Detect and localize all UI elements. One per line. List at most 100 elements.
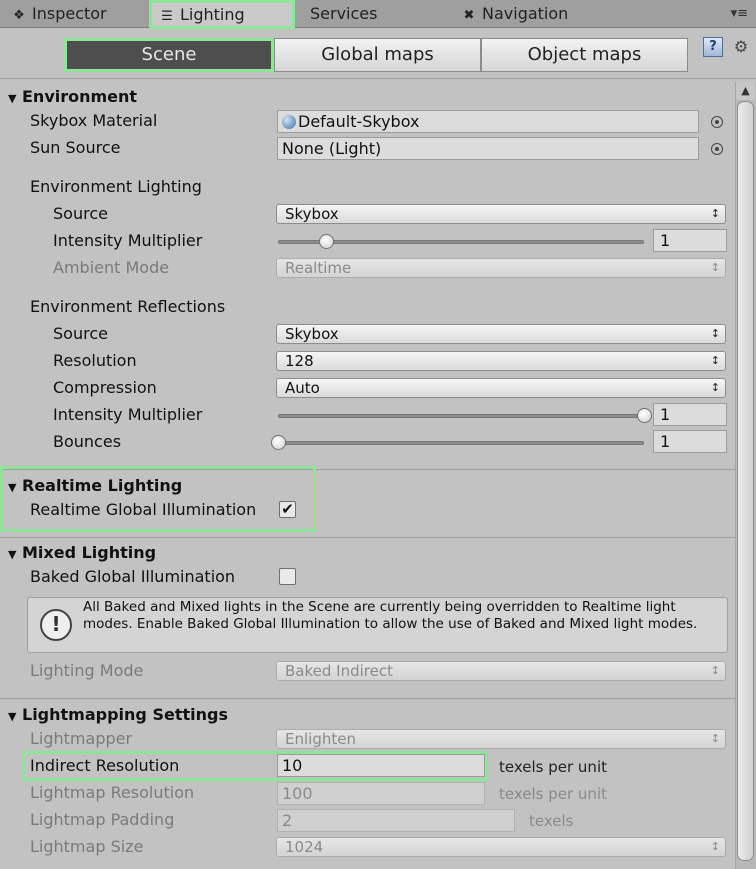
compression-value: Auto: [285, 379, 320, 397]
lighting-mode-value: Baked Indirect: [285, 662, 393, 680]
scrollbar-thumb[interactable]: [737, 101, 754, 861]
tab-lighting-label: Lighting: [180, 5, 245, 24]
dropdown-arrows-icon: ↕: [710, 207, 720, 220]
ambient-mode-dropdown: Realtime ↕: [276, 258, 726, 278]
section-title: Environment: [22, 87, 138, 106]
resolution-dropdown[interactable]: 128 ↕: [276, 351, 726, 371]
foldout-triangle-icon: ▼: [8, 92, 17, 105]
tab-inspector[interactable]: ❖ Inspector: [4, 0, 144, 28]
tab-navigation[interactable]: ✖ Navigation: [454, 0, 654, 28]
skybox-material-field[interactable]: Default-Skybox: [277, 110, 699, 133]
lightmapper-value: Enlighten: [285, 730, 356, 748]
intensity-slider-knob[interactable]: [318, 234, 334, 249]
lightmap-resolution-unit: texels per unit: [499, 785, 607, 803]
help-book-icon[interactable]: ?: [703, 37, 723, 57]
lightmap-padding-field: 2: [277, 809, 515, 832]
source-value: Skybox: [285, 205, 339, 223]
ambient-mode-value: Realtime: [285, 259, 352, 277]
lightmap-size-value: 1024: [285, 838, 324, 856]
scroll-up-arrow-icon[interactable]: ▲: [736, 82, 755, 100]
dropdown-arrows-icon: ↕: [710, 381, 720, 394]
compression-dropdown[interactable]: Auto ↕: [276, 378, 726, 398]
section-header-mixed-lighting[interactable]: ▼ Mixed Lighting: [8, 543, 156, 562]
reflection-intensity-slider-knob[interactable]: [637, 408, 652, 423]
baked-gi-checkbox[interactable]: [279, 568, 296, 585]
reflection-source-value: Skybox: [285, 325, 339, 343]
segment-scene[interactable]: Scene: [64, 38, 274, 72]
realtime-gi-checkbox[interactable]: ✔: [279, 501, 296, 518]
environment-lighting-label: Environment Lighting: [30, 177, 202, 196]
dropdown-arrows-icon: ↕: [710, 840, 720, 853]
lighting-mode-dropdown: Baked Indirect ↕: [276, 661, 726, 681]
tab-inspector-label: Inspector: [32, 4, 107, 23]
bounces-value-field[interactable]: 1: [653, 430, 727, 453]
object-picker-icon[interactable]: [711, 116, 723, 128]
tab-services-label: Services: [310, 4, 378, 23]
foldout-triangle-icon: ▼: [8, 481, 17, 494]
resolution-value: 128: [285, 352, 314, 370]
bounces-label: Bounces: [53, 432, 122, 451]
bounces-slider-track[interactable]: [278, 441, 644, 445]
reflection-source-dropdown[interactable]: Skybox ↕: [276, 324, 726, 344]
lightmap-resolution-label: Lightmap Resolution: [30, 783, 195, 802]
navigation-icon: ✖: [463, 8, 475, 23]
section-title: Realtime Lighting: [22, 476, 183, 495]
section-header-environment[interactable]: ▼ Environment: [8, 87, 137, 106]
skybox-material-value: Default-Skybox: [298, 112, 420, 131]
realtime-gi-label: Realtime Global Illumination: [30, 500, 257, 519]
gear-icon[interactable]: ⚙: [731, 37, 751, 57]
indirect-resolution-field[interactable]: 10: [277, 754, 485, 777]
environment-reflections-label: Environment Reflections: [30, 297, 226, 316]
source-dropdown[interactable]: Skybox ↕: [276, 204, 726, 224]
material-sphere-icon: [282, 115, 296, 129]
lightmap-size-label: Lightmap Size: [30, 837, 144, 856]
indirect-resolution-unit: texels per unit: [499, 758, 607, 776]
tab-services[interactable]: Services: [302, 0, 450, 28]
section-header-lightmapping-settings[interactable]: ▼ Lightmapping Settings: [8, 705, 228, 724]
lightmapper-dropdown: Enlighten ↕: [276, 729, 726, 749]
info-message: All Baked and Mixed lights in the Scene …: [83, 599, 698, 632]
lighting-sliders-icon: ☰: [161, 9, 173, 24]
section-divider: [0, 537, 735, 538]
source-label: Source: [53, 204, 108, 223]
tab-menu-icon[interactable]: ▾≡: [731, 6, 748, 21]
segment-global-maps[interactable]: Global maps: [274, 38, 481, 72]
foldout-triangle-icon: ▼: [8, 548, 17, 561]
toolbar-divider: [0, 78, 756, 79]
info-icon: ❖: [13, 8, 25, 23]
dropdown-arrows-icon: ↕: [710, 664, 720, 677]
sun-source-field[interactable]: None (Light): [277, 137, 699, 160]
skybox-material-label: Skybox Material: [30, 111, 158, 130]
segment-object-maps[interactable]: Object maps: [481, 38, 688, 72]
window-tab-bar: ❖ Inspector ☰ Lighting Services ✖ Navigatio…: [0, 0, 756, 29]
ambient-mode-label: Ambient Mode: [53, 258, 170, 277]
reflection-intensity-slider-track[interactable]: [278, 414, 644, 418]
reflection-intensity-label: Intensity Multiplier: [53, 405, 203, 424]
dropdown-arrows-icon: ↕: [710, 261, 720, 274]
lightmap-padding-label: Lightmap Padding: [30, 810, 175, 829]
dropdown-arrows-icon: ↕: [710, 327, 720, 340]
indirect-resolution-label: Indirect Resolution: [30, 756, 180, 775]
intensity-value-field[interactable]: 1: [653, 229, 727, 252]
info-exclamation-icon: !: [40, 609, 72, 641]
section-title: Mixed Lighting: [22, 543, 157, 562]
lightmap-resolution-field: 100: [277, 782, 485, 805]
resolution-label: Resolution: [53, 351, 137, 370]
section-divider: [0, 698, 735, 699]
lightmap-size-dropdown: 1024 ↕: [276, 837, 726, 857]
section-header-realtime-lighting[interactable]: ▼ Realtime Lighting: [8, 476, 182, 495]
sun-source-label: Sun Source: [30, 138, 121, 157]
object-picker-icon[interactable]: [711, 143, 723, 155]
bounces-slider-knob[interactable]: [271, 435, 286, 450]
baked-gi-label: Baked Global Illumination: [30, 567, 236, 586]
compression-label: Compression: [53, 378, 157, 397]
reflection-intensity-value-field[interactable]: 1: [653, 403, 727, 426]
reflection-source-label: Source: [53, 324, 108, 343]
lightmap-padding-unit: texels: [529, 812, 574, 830]
tab-lighting[interactable]: ☰ Lighting: [149, 0, 295, 29]
lighting-mode-label: Lighting Mode: [30, 661, 144, 680]
intensity-multiplier-label: Intensity Multiplier: [53, 231, 203, 250]
dropdown-arrows-icon: ↕: [710, 732, 720, 745]
tab-navigation-label: Navigation: [482, 4, 569, 23]
dropdown-arrows-icon: ↕: [710, 354, 720, 367]
